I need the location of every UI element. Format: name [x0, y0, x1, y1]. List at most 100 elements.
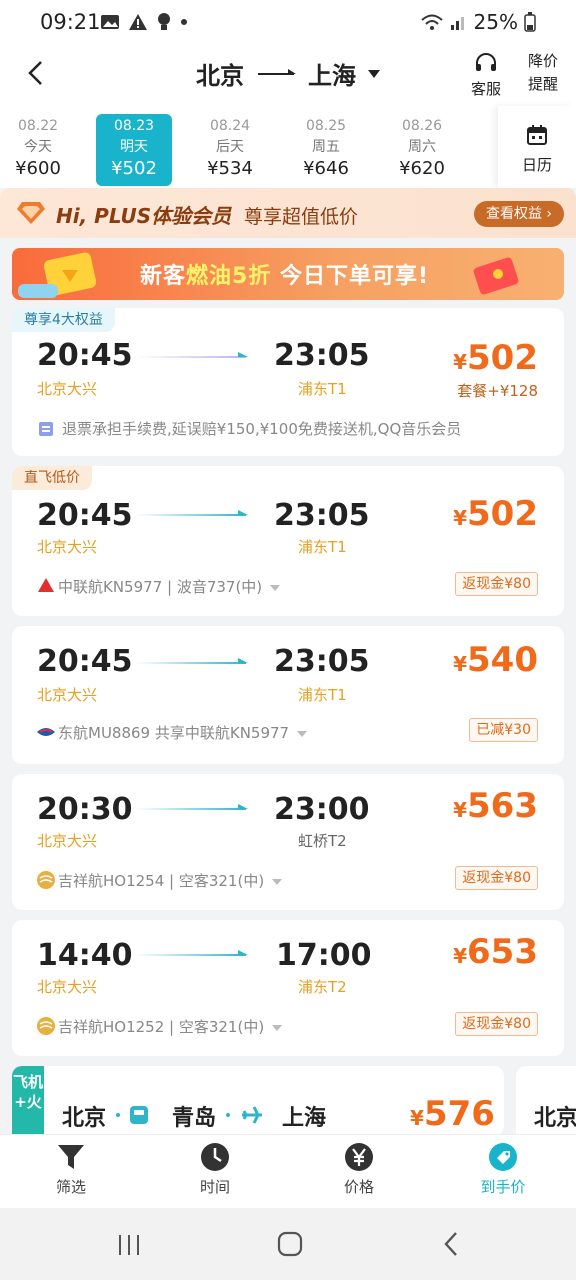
promo-highlight: 燃油5折: [186, 264, 272, 289]
arrival-time: 23:00: [274, 792, 370, 827]
next-transfer-city: 北京: [534, 1106, 576, 1131]
weekday-label: 周五: [312, 139, 340, 155]
flight-line: [136, 352, 248, 358]
flight-price: ¥502: [453, 338, 538, 378]
departure-airport: 北京大兴: [37, 978, 98, 996]
tag-icon: [489, 1143, 517, 1171]
chevron-down-icon: [272, 1024, 283, 1031]
recent-apps-icon[interactable]: [116, 1232, 142, 1258]
status-time: 09:21: [40, 10, 101, 34]
flight-line: [136, 510, 248, 516]
cashback-badge: 返现金¥80: [455, 866, 538, 890]
chevron-down-icon: [272, 878, 283, 885]
price-currency: ¥: [410, 1106, 424, 1130]
departure-time: 20:45: [37, 644, 133, 679]
weekday-label: 周六: [408, 139, 436, 155]
date-option[interactable]: 08.26 周六 ¥620: [384, 114, 460, 186]
price-amount: 563: [467, 786, 538, 826]
flight-info[interactable]: 吉祥航HO1252 | 空客321(中): [58, 1016, 283, 1037]
date-label: 08.23: [113, 118, 155, 134]
signal-icon: [450, 17, 464, 30]
home-icon[interactable]: [276, 1230, 304, 1258]
time-tab[interactable]: 时间: [160, 1142, 270, 1197]
plus-title: Hi, PLUS体验会员: [56, 204, 232, 228]
price-amount: 653: [467, 932, 538, 972]
package-extra: 套餐+¥128: [457, 382, 538, 400]
departure-airport: 北京大兴: [37, 380, 98, 398]
departure-time: 20:30: [37, 792, 133, 827]
price-amount: 502: [467, 338, 538, 378]
flight-card[interactable]: 14:40 17:00 北京大兴 浦东T2 ¥653 吉祥航HO1252 | 空…: [12, 920, 564, 1056]
date-option-selected[interactable]: 08.23 明天 ¥502: [96, 114, 172, 186]
date-label: 08.22: [17, 118, 59, 134]
promo-part1: 新客: [140, 264, 187, 289]
battery-icon: [524, 12, 536, 32]
gallery-icon: [101, 15, 119, 29]
airline-logo-icon: [37, 728, 55, 736]
departure-airport: 北京大兴: [37, 832, 98, 850]
price-currency: ¥: [453, 944, 468, 968]
customer-service-button[interactable]: 客服: [464, 52, 508, 99]
arrival-time: 17:00: [276, 938, 372, 973]
flight-info-text: 东航MU8869 共享中联航KN5977: [58, 724, 290, 742]
flight-card[interactable]: 尊享4大权益 20:45 23:05 北京大兴 浦东T1 ¥502 套餐+¥12…: [12, 308, 564, 456]
price-tab[interactable]: 价格: [304, 1142, 414, 1197]
departure-time: 20:45: [37, 338, 133, 373]
final-price-tab[interactable]: 到手价: [448, 1142, 558, 1197]
yuan-icon: [345, 1143, 373, 1171]
price-currency: ¥: [453, 506, 468, 530]
departure-airport: 北京大兴: [37, 538, 98, 556]
chevron-down-icon: [368, 69, 380, 78]
card-tag: 直飞低价: [12, 466, 92, 490]
price-amount: 540: [467, 640, 538, 680]
price-currency: ¥: [453, 798, 468, 822]
customer-service-label: 客服: [470, 80, 501, 98]
calendar-button[interactable]: 日历: [498, 106, 576, 188]
date-price: ¥502: [111, 158, 157, 179]
arrival-time: 23:05: [274, 338, 370, 373]
price-label: 价格: [343, 1178, 374, 1196]
departure-airport: 北京大兴: [37, 686, 98, 704]
route-to: 上海: [308, 62, 356, 90]
flight-info[interactable]: 中联航KN5977 | 波音737(中): [58, 576, 281, 597]
promo-text: 新客燃油5折 今日下单可享!: [140, 258, 429, 290]
flight-line: [136, 658, 248, 664]
view-benefits-button[interactable]: 查看权益 ›: [474, 201, 564, 227]
weekday-label: 明天: [120, 139, 148, 155]
date-option[interactable]: 08.25 周五 ¥646: [288, 114, 364, 186]
filter-tab[interactable]: 筛选: [16, 1142, 126, 1197]
price-amount: 576: [423, 1094, 495, 1134]
time-label: 时间: [199, 1178, 230, 1196]
date-label: 08.26: [401, 118, 443, 134]
flight-card[interactable]: 直飞低价 20:45 23:05 北京大兴 浦东T1 ¥502 中联航KN597…: [12, 466, 564, 616]
price-alert-button[interactable]: 降价 提醒: [520, 50, 566, 96]
arrival-airport: 浦东T2: [298, 978, 347, 996]
bulb-icon: [158, 13, 170, 30]
flight-card[interactable]: 20:45 23:05 北京大兴 浦东T1 ¥540 东航MU8869 共享中联…: [12, 626, 564, 764]
weekday-label: 今天: [24, 139, 52, 155]
date-option[interactable]: 08.22 今天 ¥600: [0, 114, 76, 186]
date-option[interactable]: 08.24 后天 ¥534: [192, 114, 268, 186]
arrival-time: 23:05: [274, 644, 370, 679]
cashback-badge: 返现金¥80: [455, 1012, 538, 1036]
route-from: 北京: [196, 62, 244, 90]
benefit-info: 退票承担手续费,延误赔¥150,¥100免费接送机,QQ音乐会员: [62, 420, 462, 438]
date-label: 08.24: [209, 118, 251, 134]
card-tag: 尊享4大权益: [12, 308, 115, 332]
chevron-down-icon: [270, 584, 281, 591]
transfer-stop-1: 北京: [62, 1106, 107, 1131]
ticket-illustration-icon: [18, 252, 97, 298]
flight-info[interactable]: 东航MU8869 共享中联航KN5977: [58, 722, 308, 743]
arrival-airport: 浦东T1: [298, 686, 347, 704]
flight-info[interactable]: 吉祥航HO1254 | 空客321(中): [58, 870, 283, 891]
weekday-label: 后天: [216, 139, 244, 155]
transfer-price: ¥576: [410, 1094, 495, 1134]
back-nav-icon[interactable]: [440, 1230, 464, 1258]
date-price: ¥646: [303, 158, 349, 179]
final-price-label: 到手价: [480, 1178, 526, 1196]
wifi-icon: [420, 14, 443, 30]
plus-subtitle: 尊享超值低价: [244, 206, 359, 228]
plane-icon: [226, 1106, 262, 1124]
flight-card[interactable]: 20:30 23:00 北京大兴 虹桥T2 ¥563 吉祥航HO1254 | 空…: [12, 774, 564, 910]
arrival-time: 23:05: [274, 498, 370, 533]
